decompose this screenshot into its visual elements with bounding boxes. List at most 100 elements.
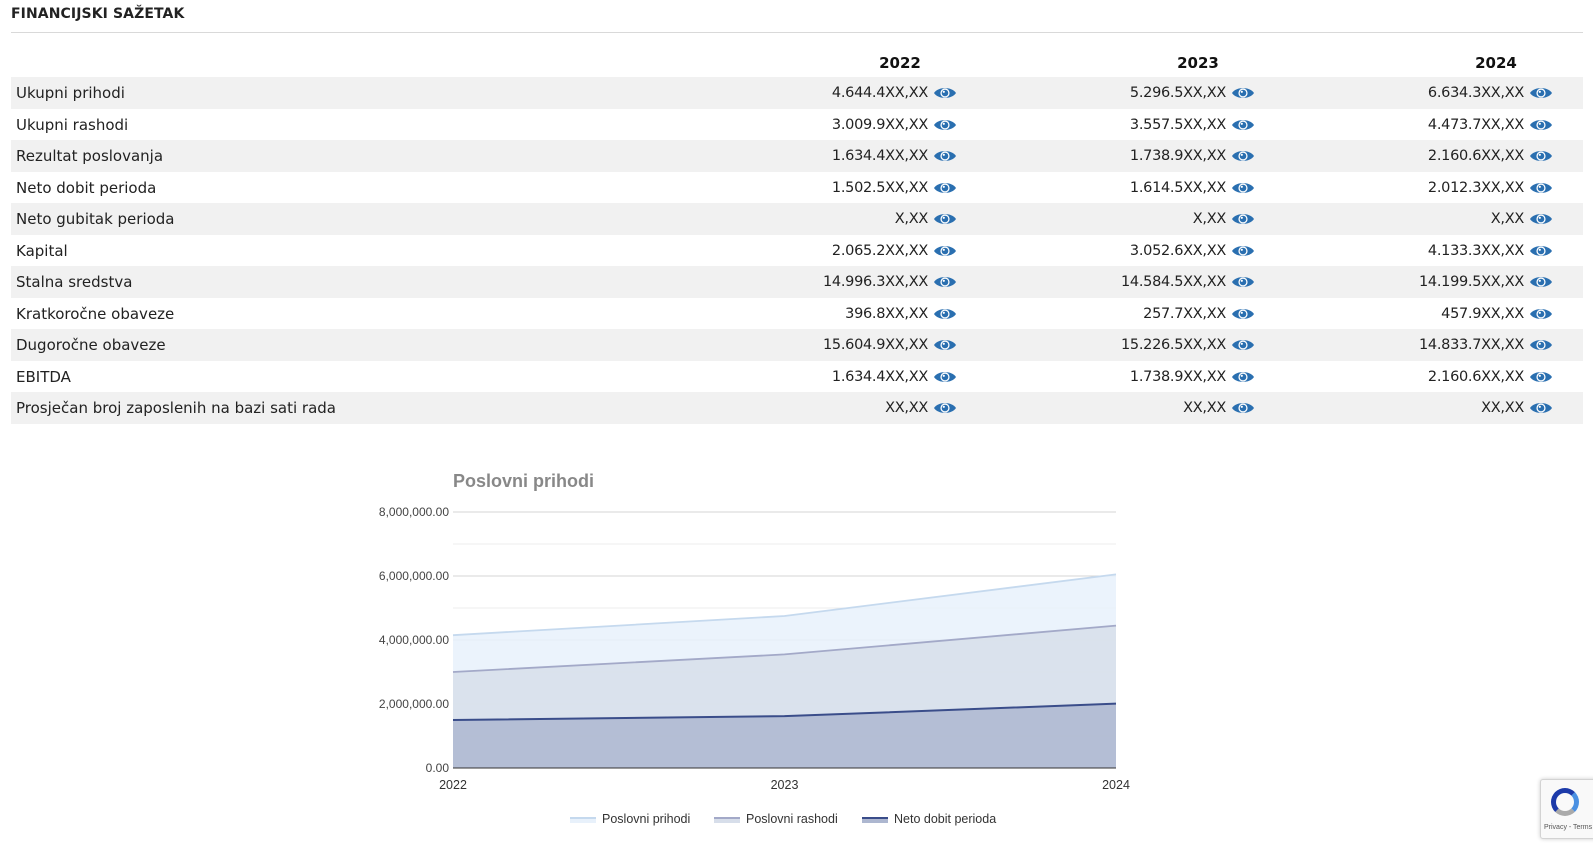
eye-icon[interactable] [1529,369,1553,385]
cell-value: XX,XX [1481,400,1524,416]
table-row: Dugoročne obaveze 15.604.9XX,XX 15.226.5XX… [11,329,1583,361]
table-row: EBITDA 1.634.4XX,XX 1.738.9XX,XX 2.160.6XX,… [11,361,1583,393]
value-cell-2022: XX,XX [885,397,957,419]
eye-icon[interactable] [933,243,957,259]
row-label: Neto gubitak perioda [16,210,175,228]
cell-value: 1.634.4XX,XX [831,148,928,164]
cell-value: 15.604.9XX,XX [822,337,928,353]
eye-icon[interactable] [933,369,957,385]
cell-value: 2.012.3XX,XX [1427,179,1524,196]
eye-icon[interactable] [1231,369,1255,385]
cell-value: 1.738.9XX,XX [1129,148,1226,164]
value-cell-2022: X,XX [895,208,957,230]
value-cell-2023: 3.052.6XX,XX [1130,240,1255,262]
eye-icon[interactable] [933,337,957,353]
eye-icon[interactable] [1529,400,1553,416]
row-label: Ukupni rashodi [16,115,129,134]
cell-value: 14.833.7XX,XX [1418,337,1524,353]
eye-icon[interactable] [1529,211,1553,227]
cell-value: X,XX [1490,211,1525,227]
eye-icon[interactable] [1529,274,1553,290]
eye-icon[interactable] [933,274,957,290]
eye-icon[interactable] [1231,148,1255,164]
y-tick-label: 2,000,000.00 [379,697,449,711]
cell-value: 1.738.9XX,XX [1129,368,1226,385]
eye-icon[interactable] [1231,306,1255,322]
eye-icon[interactable] [1231,211,1255,227]
eye-icon[interactable] [1529,117,1553,133]
table-row: Stalna sredstva 14.996.3XX,XX 14.584.5XX,X… [11,266,1583,298]
cell-value: 2.160.6XX,XX [1427,368,1524,385]
eye-icon[interactable] [1231,180,1255,196]
value-cell-2023: 1.614.5XX,XX [1130,177,1255,199]
value-cell-2022: 1.634.4XX,XX [832,145,957,167]
cell-value: 4.473.7XX,XX [1427,116,1524,133]
eye-icon[interactable] [933,85,957,101]
cell-value: 15.226.5XX,XX [1120,337,1226,353]
eye-icon[interactable] [1529,85,1553,101]
cell-value: 6.634.3XX,XX [1427,85,1524,101]
value-cell-2024: 2.160.6XX,XX [1428,366,1553,388]
cell-value: 14.996.3XX,XX [822,274,928,290]
y-tick-label: 8,000,000.00 [379,505,449,519]
eye-icon[interactable] [933,117,957,133]
eye-icon[interactable] [933,148,957,164]
x-tick-label: 2022 [439,778,467,792]
eye-icon[interactable] [1529,180,1553,196]
eye-icon[interactable] [1529,337,1553,353]
value-cell-2023: 1.738.9XX,XX [1130,366,1255,388]
recaptcha-badge[interactable]: Privacy - Terms [1540,779,1593,839]
row-label: Ukupni prihodi [16,84,125,102]
table-row: Ukupni prihodi 4.644.4XX,XX 5.296.5XX,XX 6.… [11,77,1583,109]
row-label: Stalna sredstva [16,273,133,291]
value-cell-2023: 14.584.5XX,XX [1121,271,1255,293]
section-title: FINANCIJSKI SAŽETAK [11,6,185,22]
eye-icon[interactable] [1231,117,1255,133]
legend-label: Poslovni rashodi [746,812,838,826]
value-cell-2022: 14.996.3XX,XX [823,271,957,293]
row-label: EBITDA [16,367,71,386]
value-cell-2024: 4.133.3XX,XX [1428,240,1553,262]
eye-icon[interactable] [1231,274,1255,290]
value-cell-2023: X,XX [1193,208,1255,230]
cell-value: 14.584.5XX,XX [1120,274,1226,290]
eye-icon[interactable] [1529,306,1553,322]
value-cell-2023: 15.226.5XX,XX [1121,334,1255,356]
cell-value: X,XX [894,211,929,227]
eye-icon[interactable] [1231,85,1255,101]
eye-icon[interactable] [933,306,957,322]
table-row: Ukupni rashodi 3.009.9XX,XX 3.557.5XX,XX 4.… [11,109,1583,141]
eye-icon[interactable] [1231,400,1255,416]
table-row: Kapital 2.065.2XX,XX 3.052.6XX,XX 4.133.3XX… [11,235,1583,267]
legend-label: Neto dobit perioda [894,812,996,826]
legend-label: Poslovni prihodi [602,812,690,826]
cell-value: 4.133.3XX,XX [1427,242,1524,259]
recaptcha-privacy-link[interactable]: Privacy - Terms [1544,824,1592,831]
eye-icon[interactable] [1529,148,1553,164]
eye-icon[interactable] [933,400,957,416]
eye-icon[interactable] [1231,337,1255,353]
recaptcha-logo-icon [1551,788,1579,816]
financial-summary-table: 2022 2023 2024 Ukupni prihodi 4.644.4XX,X… [11,47,1583,424]
value-cell-2022: 2.065.2XX,XX [832,240,957,262]
value-cell-2022: 1.502.5XX,XX [832,177,957,199]
row-label: Kapital [16,241,68,260]
eye-icon[interactable] [1529,243,1553,259]
table-row: Neto dobit perioda 1.502.5XX,XX 1.614.5XX,… [11,172,1583,204]
cell-value: 1.634.4XX,XX [831,368,928,385]
eye-icon[interactable] [1231,243,1255,259]
value-cell-2023: 3.557.5XX,XX [1130,114,1255,136]
x-tick-label: 2023 [771,778,799,792]
revenue-chart: Poslovni prihodi 0.00 2,000,000.00 4,000,00… [360,460,1180,845]
value-cell-2023: 5.296.5XX,XX [1130,82,1255,104]
table-row: Prosječan broj zaposlenih na bazi sati r… [11,392,1583,424]
value-cell-2022: 3.009.9XX,XX [832,114,957,136]
eye-icon[interactable] [933,180,957,196]
y-tick-label: 0.00 [426,761,450,775]
value-cell-2022: 1.634.4XX,XX [832,366,957,388]
year-header-2022: 2022 [879,54,921,72]
eye-icon[interactable] [933,211,957,227]
value-cell-2023: 1.738.9XX,XX [1130,145,1255,167]
cell-value: 2.160.6XX,XX [1427,148,1524,164]
row-label: Neto dobit perioda [16,178,157,197]
